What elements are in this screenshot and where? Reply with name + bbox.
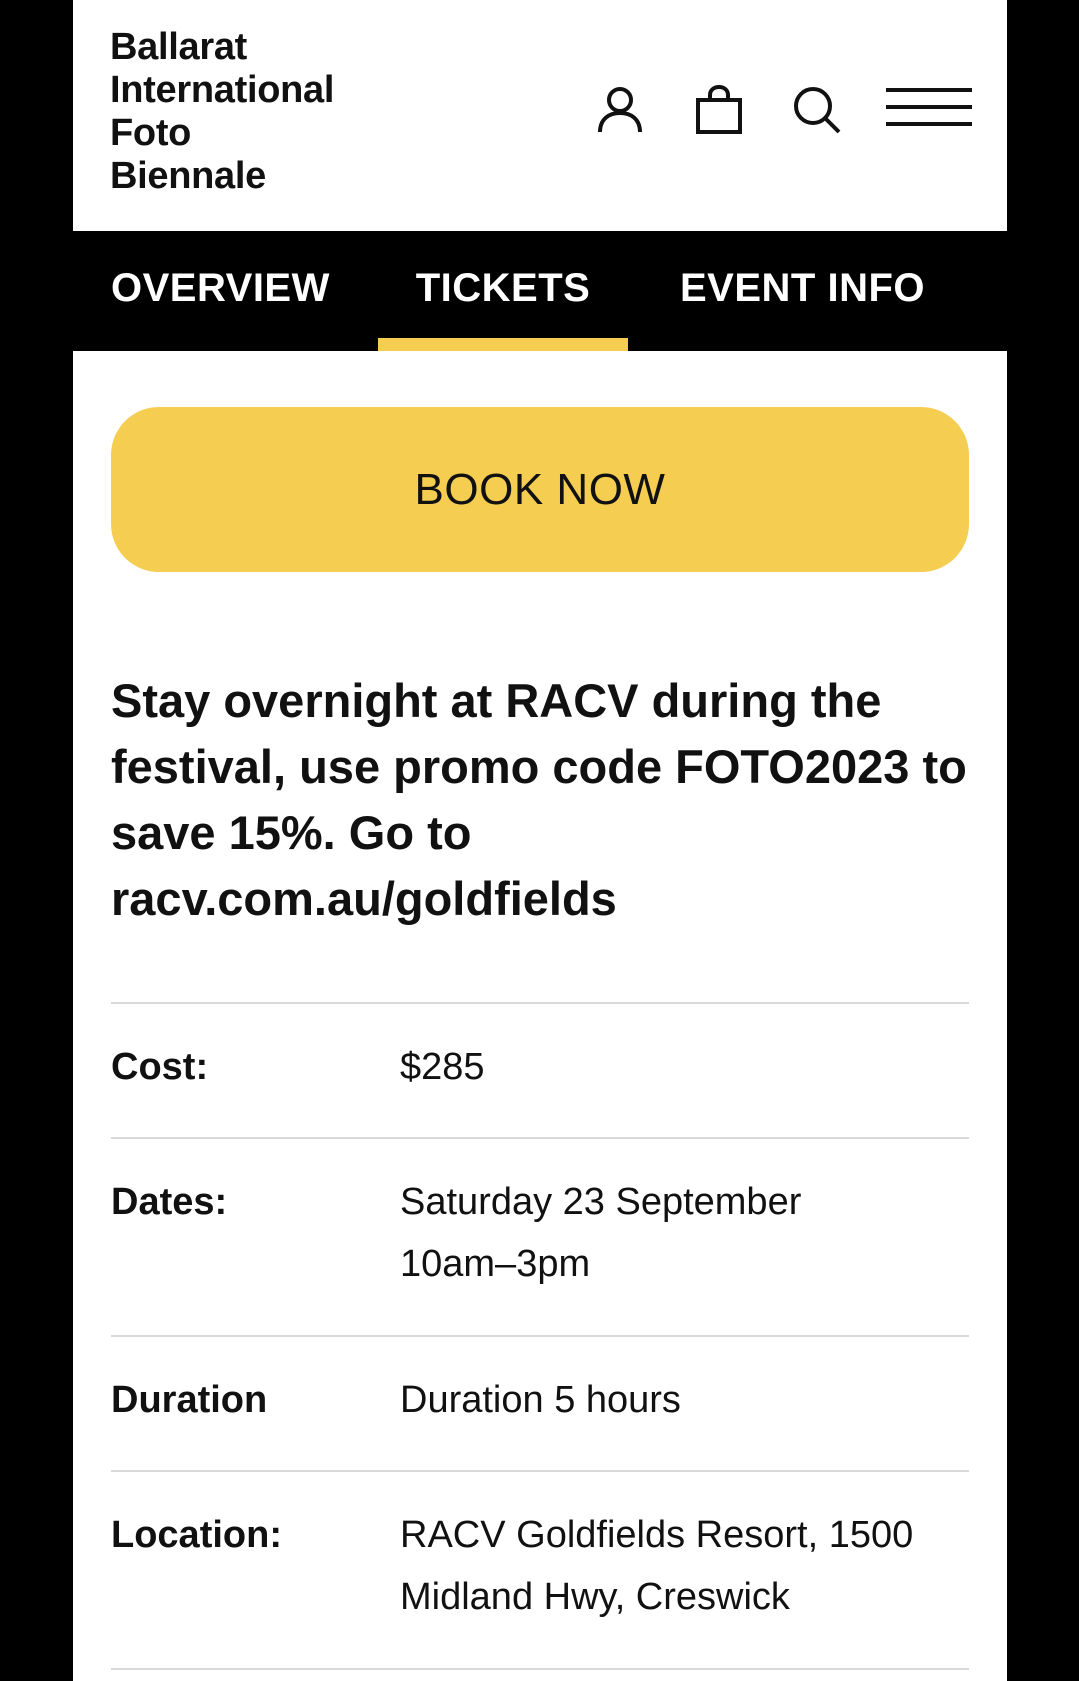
cost-label: Cost: <box>111 1046 209 1088</box>
logo-line-4: Biennale <box>110 155 266 197</box>
search-button[interactable] <box>787 80 847 140</box>
details-bottom-divider <box>111 1668 969 1680</box>
tab-tickets[interactable]: TICKETS <box>378 231 628 351</box>
event-tabs: OVERVIEW TICKETS EVENT INFO <box>73 231 1007 351</box>
detail-row-location: Location: RACV Goldfields Resort, 1500 M… <box>111 1470 969 1668</box>
dates-label: Dates: <box>111 1181 228 1223</box>
logo-line-2: International <box>110 69 335 111</box>
book-now-button[interactable]: BOOK NOW <box>111 407 969 572</box>
location-value: RACV Goldfields Resort, 1500 Midland Hwy… <box>400 1504 969 1668</box>
active-tab-indicator <box>378 338 628 351</box>
detail-row-cost: Cost: $285 <box>111 1002 969 1137</box>
duration-label: Duration <box>111 1379 268 1421</box>
account-button[interactable] <box>590 80 650 140</box>
logo-line-1: Ballarat <box>110 26 248 68</box>
duration-value: Duration 5 hours <box>400 1379 681 1421</box>
event-details: Cost: $285 Dates: Saturday 23 September … <box>111 1002 969 1680</box>
location-value-line-1: RACV Goldfields Resort, 1500 <box>400 1514 914 1556</box>
tab-overview[interactable]: OVERVIEW <box>111 231 331 351</box>
cart-button[interactable] <box>689 80 749 140</box>
logo-line-3: Foto <box>110 112 192 154</box>
search-icon <box>794 87 841 134</box>
location-label: Location: <box>111 1514 282 1556</box>
promo-text: Stay overnight at RACV during the festiv… <box>111 674 967 925</box>
bag-icon <box>696 85 742 134</box>
account-icon <box>598 87 642 133</box>
cost-value: $285 <box>400 1046 485 1088</box>
dates-value-line-2: 10am–3pm <box>400 1243 591 1285</box>
menu-button[interactable] <box>884 78 974 138</box>
site-logo[interactable]: Ballarat International Foto Biennale <box>110 26 334 198</box>
page: Ballarat International Foto Biennale OVE… <box>73 0 1007 1681</box>
menu-icon <box>886 88 972 126</box>
detail-row-dates: Dates: Saturday 23 September 10am–3pm <box>111 1137 969 1335</box>
site-header: Ballarat International Foto Biennale <box>73 0 1007 231</box>
location-value-line-2: Midland Hwy, Creswick <box>400 1576 790 1618</box>
dates-value-line-1: Saturday 23 September <box>400 1181 802 1223</box>
detail-row-duration: Duration Duration 5 hours <box>111 1335 969 1470</box>
dates-value: Saturday 23 September 10am–3pm <box>400 1171 969 1335</box>
tab-event-info[interactable]: EVENT INFO <box>680 231 940 351</box>
